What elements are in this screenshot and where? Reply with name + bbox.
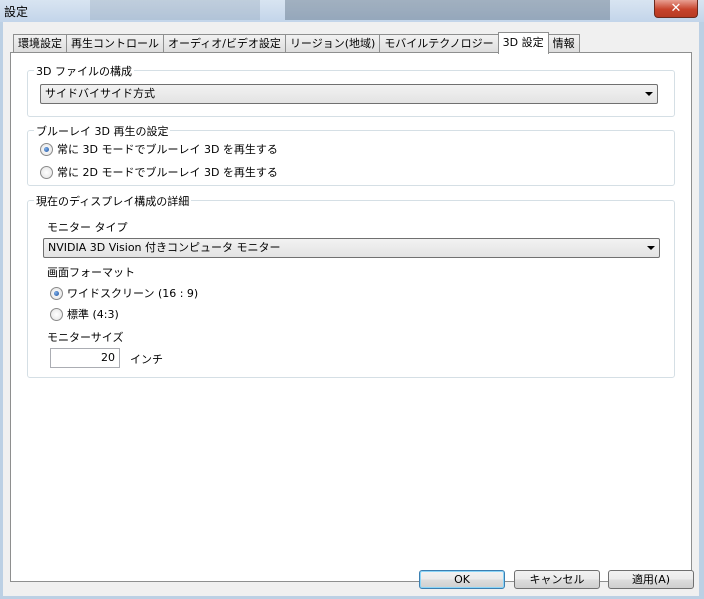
tab-region[interactable]: リージョン(地域) bbox=[284, 34, 381, 53]
file-config-dropdown[interactable]: サイドバイサイド方式 bbox=[40, 84, 658, 104]
tab-strip: 環境設定 再生コントロール オーディオ/ビデオ設定 リージョン(地域) モバイル… bbox=[13, 32, 580, 54]
radio-button[interactable] bbox=[40, 165, 53, 179]
bluray-2d-option-label: 常に 2D モードでブルーレイ 3D を再生する bbox=[57, 166, 278, 179]
close-button[interactable]: ✕ bbox=[654, 0, 698, 18]
ok-button[interactable]: OK bbox=[419, 570, 505, 589]
tab-playback-control[interactable]: 再生コントロール bbox=[66, 34, 164, 53]
bluray-3d-option-label: 常に 3D モードでブルーレイ 3D を再生する bbox=[57, 143, 278, 156]
widescreen-option-label: ワイドスクリーン (16 : 9) bbox=[67, 287, 199, 300]
tab-3d-settings[interactable]: 3D 設定 bbox=[497, 32, 549, 54]
bluray-group-label: ブルーレイ 3D 再生の設定 bbox=[34, 123, 171, 139]
bluray-2d-option[interactable]: 常に 2D モードでブルーレイ 3D を再生する bbox=[40, 164, 278, 180]
monitor-type-label: モニター タイプ bbox=[47, 221, 128, 234]
monitor-type-dropdown[interactable]: NVIDIA 3D Vision 付きコンピュータ モニター bbox=[43, 238, 660, 258]
tab-audio-video[interactable]: オーディオ/ビデオ設定 bbox=[163, 34, 286, 53]
background-blur bbox=[285, 0, 610, 20]
tab-environment[interactable]: 環境設定 bbox=[13, 34, 67, 53]
monitor-size-input[interactable]: 20 bbox=[50, 348, 120, 368]
bluray-3d-option[interactable]: 常に 3D モードでブルーレイ 3D を再生する bbox=[40, 141, 278, 157]
dialog-client-area: 環境設定 再生コントロール オーディオ/ビデオ設定 リージョン(地域) モバイル… bbox=[3, 22, 699, 596]
standard-option-label: 標準 (4:3) bbox=[67, 308, 119, 321]
widescreen-option[interactable]: ワイドスクリーン (16 : 9) bbox=[50, 285, 198, 301]
file-config-selected: サイドバイサイド方式 bbox=[45, 87, 155, 100]
file-config-group: 3D ファイルの構成 サイドバイサイド方式 bbox=[27, 63, 675, 117]
monitor-type-selected: NVIDIA 3D Vision 付きコンピュータ モニター bbox=[48, 241, 281, 254]
title-bar: 設定 ✕ bbox=[0, 0, 704, 22]
background-blur bbox=[90, 0, 260, 20]
cancel-button[interactable]: キャンセル bbox=[514, 570, 600, 589]
screen-format-label: 画面フォーマット bbox=[47, 266, 135, 279]
radio-button[interactable] bbox=[40, 142, 53, 156]
chevron-down-icon bbox=[645, 92, 653, 96]
display-config-group-label: 現在のディスプレイ構成の詳細 bbox=[34, 193, 192, 209]
radio-button[interactable] bbox=[50, 286, 63, 300]
apply-button[interactable]: 適用(A) bbox=[608, 570, 694, 589]
bluray-group: ブルーレイ 3D 再生の設定 常に 3D モードでブルーレイ 3D を再生する … bbox=[27, 123, 675, 186]
chevron-down-icon bbox=[647, 246, 655, 250]
file-config-group-label: 3D ファイルの構成 bbox=[34, 63, 134, 79]
standard-option[interactable]: 標準 (4:3) bbox=[50, 306, 119, 322]
radio-button[interactable] bbox=[50, 307, 63, 321]
monitor-size-label: モニターサイズ bbox=[47, 331, 124, 344]
monitor-size-unit: インチ bbox=[130, 353, 163, 366]
display-config-group: 現在のディスプレイ構成の詳細 モニター タイプ NVIDIA 3D Vision… bbox=[27, 193, 675, 378]
close-icon: ✕ bbox=[670, 1, 682, 16]
tab-info[interactable]: 情報 bbox=[547, 34, 580, 53]
window-title: 設定 bbox=[4, 5, 29, 19]
tab-panel-3d-settings: 3D ファイルの構成 サイドバイサイド方式 ブルーレイ 3D 再生の設定 常に … bbox=[10, 52, 692, 582]
tab-mobile-technology[interactable]: モバイルテクノロジー bbox=[379, 34, 499, 53]
